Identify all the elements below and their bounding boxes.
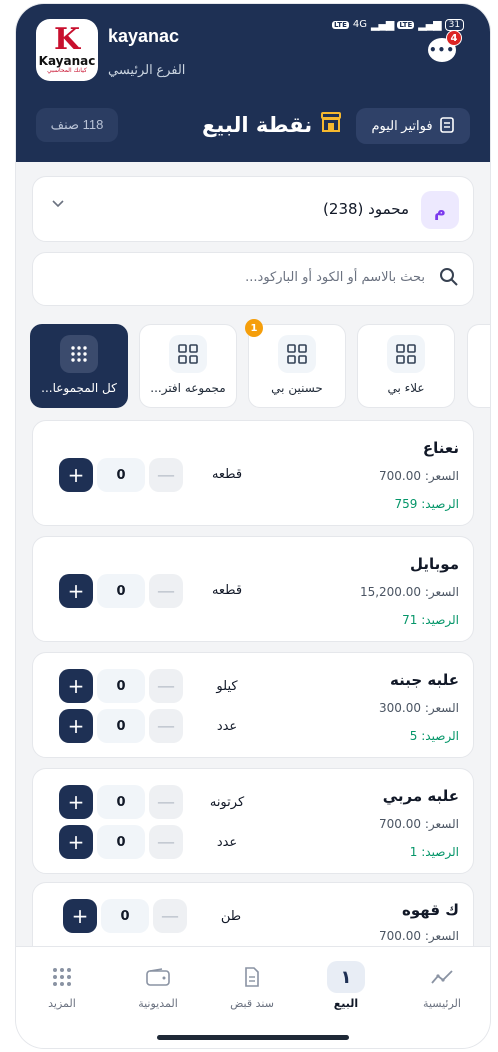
sale-icon: ١ [306, 961, 386, 993]
quantity-stepper: + 0 — [59, 458, 183, 492]
increment-button[interactable]: + [63, 899, 97, 933]
quantity-stepper: + 0 — [63, 899, 187, 933]
product-stock: الرصيد: 71 [402, 613, 459, 627]
product-name: موبايل [410, 555, 459, 573]
decrement-button[interactable]: — [153, 899, 187, 933]
category-card[interactable]: مجموعه افتر... [139, 324, 237, 408]
quantity-stepper: + 0 — [59, 669, 183, 703]
signal-icon: ▂▄▆ [370, 18, 394, 31]
chart-line-icon [402, 961, 482, 993]
store-icon [320, 112, 342, 137]
quantity-field[interactable]: 0 [97, 669, 145, 703]
page-title: نقطة البيع [202, 112, 342, 137]
receipt-icon [212, 961, 292, 993]
category-card-partial[interactable] [467, 324, 490, 408]
quantity-stepper: + 0 — [59, 825, 183, 859]
product-card[interactable]: نعناع السعر: 700.00 الرصيد: 759 قطعه + 0… [32, 420, 474, 526]
increment-button[interactable]: + [59, 825, 93, 859]
quantity-field[interactable]: 0 [101, 899, 149, 933]
company-logo: K Kayanac كيانك المحاسبي [36, 19, 98, 81]
increment-button[interactable]: + [59, 709, 93, 743]
signal-icon-2: ▂▄▆ [418, 18, 441, 31]
unit-label: عدد [216, 719, 238, 734]
network-label: 4G [352, 19, 367, 30]
product-stock: الرصيد: 1 [409, 845, 459, 859]
items-count-badge: 118 صنف [36, 108, 118, 142]
category-count-badge: 1 [245, 319, 263, 337]
decrement-button[interactable]: — [149, 785, 183, 819]
product-price: السعر: 15,200.00 [359, 585, 459, 599]
unit-label: قطعه [211, 467, 243, 482]
quantity-stepper: + 0 — [59, 574, 183, 608]
customer-avatar: م [421, 191, 459, 229]
header: K Kayanac كيانك المحاسبي kayanac الفرع ا… [16, 4, 490, 162]
battery-icon: 31 [444, 18, 465, 31]
grid-icon [387, 335, 425, 373]
nav-more[interactable]: المزيد [22, 961, 102, 1010]
invoice-icon [439, 116, 455, 136]
customer-name: محمود (238) [323, 200, 409, 218]
customer-select[interactable]: م محمود (238) [32, 176, 474, 242]
search-input[interactable]: بحث بالاسم أو الكود أو الباركود... [32, 252, 474, 306]
product-price: السعر: 700.00 [379, 817, 459, 831]
unit-label: قطعه [211, 583, 243, 598]
product-card[interactable]: علبه جبنه السعر: 300.00 الرصيد: 5 كيلو +… [32, 652, 474, 758]
quantity-field[interactable]: 0 [97, 785, 145, 819]
product-card[interactable]: موبايل السعر: 15,200.00 الرصيد: 71 قطعه … [32, 536, 474, 642]
nav-sale[interactable]: ١ البيع [306, 961, 386, 1010]
product-name: علبه جبنه [390, 671, 459, 689]
unit-label: طن [220, 909, 242, 924]
search-icon [440, 268, 458, 286]
chat-icon[interactable]: ••• 4 [428, 30, 462, 62]
increment-button[interactable]: + [59, 669, 93, 703]
product-price: السعر: 300.00 [379, 701, 459, 715]
quantity-field[interactable]: 0 [97, 458, 145, 492]
decrement-button[interactable]: — [149, 825, 183, 859]
product-card[interactable]: علبه مربي السعر: 700.00 الرصيد: 1 كرتونه… [32, 768, 474, 874]
quantity-field[interactable]: 0 [97, 574, 145, 608]
increment-button[interactable]: + [59, 785, 93, 819]
increment-button[interactable]: + [59, 574, 93, 608]
search-placeholder: بحث بالاسم أو الكود أو الباركود... [245, 270, 425, 285]
product-stock: الرصيد: 5 [409, 729, 459, 743]
decrement-button[interactable]: — [149, 669, 183, 703]
today-invoices-button[interactable]: فواتير اليوم [356, 108, 470, 144]
decrement-button[interactable]: — [149, 709, 183, 743]
product-stock: الرصيد: 759 [394, 497, 459, 511]
quantity-field[interactable]: 0 [97, 825, 145, 859]
chevron-down-icon [51, 197, 65, 213]
unit-label: كيلو [216, 679, 238, 694]
home-indicator[interactable] [157, 1035, 349, 1040]
product-name: علبه مربي [382, 787, 459, 805]
product-price: السعر: 700.00 [379, 929, 459, 943]
product-price: السعر: 700.00 [379, 469, 459, 483]
unit-label: عدد [216, 835, 238, 850]
product-name: ك قهوه [402, 901, 459, 919]
product-name: نعناع [422, 439, 459, 457]
unit-label: كرتونه [209, 795, 245, 810]
nav-debts[interactable]: المديونية [118, 961, 198, 1010]
status-bar: LTE 4G ▂▄▆ LTE ▂▄▆ 31 [332, 18, 465, 31]
branch-name: الفرع الرئيسي [108, 62, 186, 77]
decrement-button[interactable]: — [149, 574, 183, 608]
app-frame: K Kayanac كيانك المحاسبي kayanac الفرع ا… [16, 4, 490, 1048]
company-name: kayanac [108, 26, 180, 46]
quantity-field[interactable]: 0 [97, 709, 145, 743]
category-card[interactable]: 1 حسنين بي [245, 319, 346, 408]
bottom-navigation: الرئيسية ١ البيع سند قبض المديونية المزي… [16, 946, 490, 1048]
quantity-stepper: + 0 — [59, 785, 183, 819]
grid-icon [169, 335, 207, 373]
dots-grid-icon [60, 335, 98, 373]
grid-icon [278, 335, 316, 373]
category-card-all[interactable]: كل المجموعا... [30, 324, 128, 408]
decrement-button[interactable]: — [149, 458, 183, 492]
category-card[interactable]: علاء بي [357, 324, 455, 408]
nav-receipt[interactable]: سند قبض [212, 961, 292, 1010]
wallet-icon [118, 961, 198, 993]
quantity-stepper: + 0 — [59, 709, 183, 743]
nav-home[interactable]: الرئيسية [402, 961, 482, 1010]
notification-badge: 4 [446, 30, 462, 46]
increment-button[interactable]: + [59, 458, 93, 492]
grid-icon [22, 961, 102, 993]
